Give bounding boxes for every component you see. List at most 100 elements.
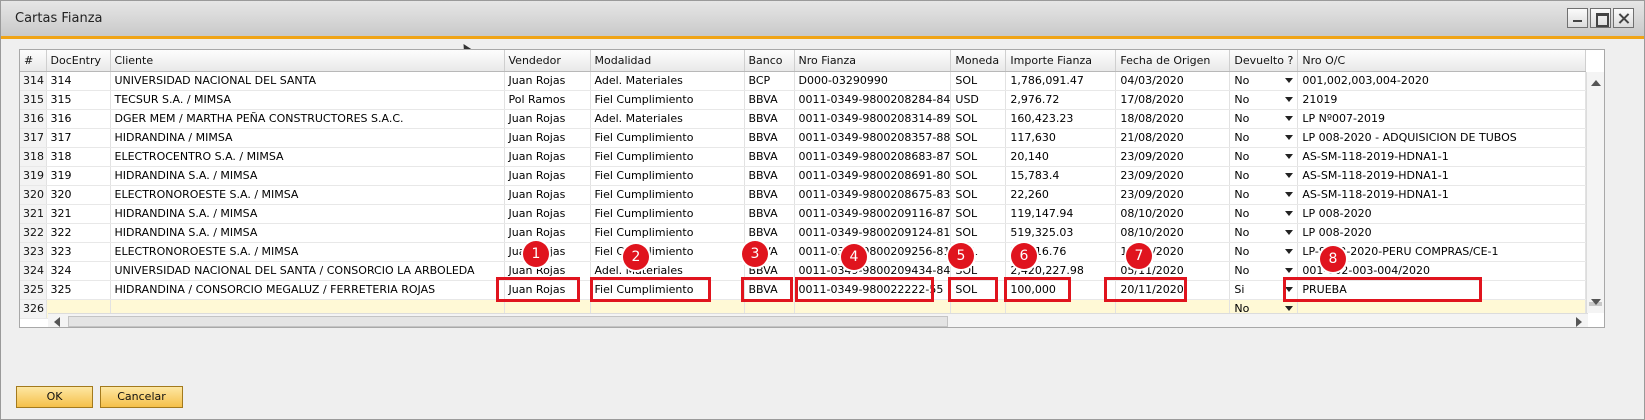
cell-devuelto[interactable]: No — [1229, 185, 1299, 205]
dropdown-arrow-icon[interactable] — [1285, 191, 1294, 197]
maximize-icon[interactable] — [1590, 8, 1611, 28]
cell-importe-fianza[interactable]: 119,147.94 — [1005, 204, 1117, 224]
cell-docentry[interactable]: 317 — [46, 128, 111, 148]
cell-nro-fianza[interactable]: 0011-0349-9800208284-84 — [794, 90, 952, 110]
cell-vendedor[interactable]: Juan Rojas — [504, 128, 591, 148]
cell-devuelto[interactable]: No — [1229, 90, 1299, 110]
dropdown-arrow-icon[interactable] — [1285, 153, 1294, 159]
cell-fecha-origen[interactable]: 04/03/2020 — [1115, 71, 1231, 91]
cell-moneda[interactable]: SOL — [950, 185, 1007, 205]
cell-moneda[interactable]: SOL — [950, 109, 1007, 129]
cell-modalidad[interactable]: Fiel Cumplimiento — [590, 147, 745, 167]
cell-importe-fianza[interactable]: 2,976.72 — [1005, 90, 1117, 110]
column-header-fecha-origen[interactable]: Fecha de Origen — [1115, 50, 1231, 72]
cell-docentry[interactable]: 323 — [46, 242, 111, 262]
cell-fecha-origen[interactable]: 23/09/2020 — [1115, 166, 1231, 186]
cell-modalidad[interactable]: Fiel Cumplimiento — [590, 242, 745, 262]
cell-nro-oc[interactable]: AS-SM-118-2019-HDNA1-1 — [1297, 166, 1587, 186]
cell-cliente[interactable]: ELECTROCENTRO S.A. / MIMSA — [110, 147, 505, 167]
cell-cliente[interactable]: DGER MEM / MARTHA PEÑA CONSTRUCTORES S.A… — [110, 109, 505, 129]
scroll-up-icon[interactable] — [1591, 80, 1601, 86]
cell-vendedor[interactable]: Juan Rojas — [504, 223, 591, 243]
column-header-nro-oc[interactable]: Nro O/C — [1297, 50, 1587, 72]
cell-vendedor[interactable]: Pol Ramos — [504, 90, 591, 110]
cell-nro-oc[interactable]: 001,002,003,004-2020 — [1297, 71, 1587, 91]
cell-devuelto[interactable]: No — [1229, 166, 1299, 186]
dropdown-arrow-icon[interactable] — [1285, 115, 1294, 121]
cell-fecha-origen[interactable]: 17/08/2020 — [1115, 90, 1231, 110]
cell-nro-fianza[interactable]: 0011-0349-9800208357-88 — [794, 128, 952, 148]
minimize-icon[interactable] — [1567, 8, 1588, 28]
cell-modalidad[interactable]: Fiel Cumplimiento — [590, 185, 745, 205]
cell-docentry[interactable]: 319 — [46, 166, 111, 186]
table-row[interactable]: 318 318 ELECTROCENTRO S.A. / MIMSA Juan Roj… — [20, 147, 1587, 167]
cell-vendedor[interactable]: Juan Rojas — [504, 109, 591, 129]
dropdown-arrow-icon[interactable] — [1285, 229, 1294, 235]
column-header-devuelto[interactable]: Devuelto ? — [1229, 50, 1299, 72]
cell-vendedor[interactable]: Juan Rojas — [504, 71, 591, 91]
cell-cliente[interactable]: UNIVERSIDAD NACIONAL DEL SANTA — [110, 71, 505, 91]
cell-moneda[interactable]: SOL — [950, 204, 1007, 224]
title-bar[interactable]: Cartas Fianza — [1, 1, 1644, 36]
table-row[interactable]: 322 322 HIDRANDINA S.A. / MIMSA Juan Rojas F… — [20, 223, 1587, 243]
cell-devuelto[interactable]: No — [1229, 109, 1299, 129]
cell-docentry[interactable]: 325 — [46, 280, 111, 300]
cell-modalidad[interactable]: Fiel Cumplimiento — [590, 90, 745, 110]
cell-banco[interactable]: BCP — [744, 71, 795, 91]
cell-vendedor[interactable]: Juan Rojas — [504, 185, 591, 205]
cell-moneda[interactable]: SOL — [950, 128, 1007, 148]
cell-nro-fianza[interactable]: 0011-0349-9800209124-81 — [794, 223, 952, 243]
cell-nro-oc[interactable]: LP 008-2020 — [1297, 223, 1587, 243]
cell-docentry[interactable]: 320 — [46, 185, 111, 205]
cell-modalidad[interactable]: Fiel Cumplimiento — [590, 204, 745, 224]
dropdown-arrow-icon[interactable] — [1285, 134, 1294, 140]
cell-moneda[interactable]: SOL — [950, 223, 1007, 243]
cell-devuelto[interactable]: No — [1229, 128, 1299, 148]
cell-moneda[interactable]: SOL — [950, 71, 1007, 91]
cell-devuelto[interactable]: No — [1229, 204, 1299, 224]
cell-nro-fianza[interactable]: 0011-0349-9800208675-83 — [794, 185, 952, 205]
table-row[interactable]: 316 316 DGER MEM / MARTHA PEÑA CONSTRUCTOR… — [20, 109, 1587, 129]
horizontal-scrollbar[interactable] — [48, 313, 1588, 327]
cell-banco[interactable]: BBVA — [744, 166, 795, 186]
cell-importe-fianza[interactable]: 117,630 — [1005, 128, 1117, 148]
cell-importe-fianza[interactable]: 519,325.03 — [1005, 223, 1117, 243]
cell-docentry[interactable]: 315 — [46, 90, 111, 110]
dropdown-arrow-icon[interactable] — [1285, 210, 1294, 216]
cell-importe-fianza[interactable]: 1,786,091.47 — [1005, 71, 1117, 91]
table-row[interactable]: 321 321 HIDRANDINA S.A. / MIMSA Juan Rojas F… — [20, 204, 1587, 224]
cell-cliente[interactable]: HIDRANDINA / CONSORCIO MEGALUZ / FERRETE… — [110, 280, 505, 300]
cell-banco[interactable]: BBVA — [744, 204, 795, 224]
table-row[interactable]: 314 314 UNIVERSIDAD NACIONAL DEL SANTA Juan… — [20, 71, 1587, 91]
close-icon[interactable] — [1613, 8, 1634, 28]
cell-modalidad[interactable]: Fiel Cumplimiento — [590, 223, 745, 243]
cell-cliente[interactable]: HIDRANDINA S.A. / MIMSA — [110, 223, 505, 243]
cell-nro-fianza[interactable]: 0011-0349-9800209116-87 — [794, 204, 952, 224]
cell-devuelto[interactable]: No — [1229, 223, 1299, 243]
cell-importe-fianza[interactable]: 15,783.4 — [1005, 166, 1117, 186]
table-row[interactable]: 320 320 ELECTRONOROESTE S.A. / MIMSA Juan R… — [20, 185, 1587, 205]
cell-nro-oc[interactable]: AS-SM-118-2019-HDNA1-1 — [1297, 185, 1587, 205]
dropdown-arrow-icon[interactable] — [1285, 172, 1294, 178]
cell-vendedor[interactable]: Juan Rojas — [504, 147, 591, 167]
cell-cliente[interactable]: TECSUR S.A. / MIMSA — [110, 90, 505, 110]
cell-nro-oc[interactable]: 21019 — [1297, 90, 1587, 110]
cell-vendedor[interactable]: Juan Rojas — [504, 166, 591, 186]
column-header-importe-fianza[interactable]: Importe Fianza — [1005, 50, 1117, 72]
cell-devuelto[interactable]: No — [1229, 147, 1299, 167]
cell-modalidad[interactable]: Fiel Cumplimiento — [590, 128, 745, 148]
cell-cliente[interactable]: HIDRANDINA S.A. / MIMSA — [110, 204, 505, 224]
table-row[interactable]: 323 323 ELECTRONOROESTE S.A. / MIMSA Juan R… — [20, 242, 1587, 262]
cancel-button[interactable]: Cancelar — [100, 386, 183, 408]
horizontal-scroll-thumb[interactable] — [68, 316, 948, 327]
cell-nro-oc[interactable]: LP 008-2020 - ADQUISICION DE TUBOS — [1297, 128, 1587, 148]
cell-fecha-origen[interactable]: 23/09/2020 — [1115, 185, 1231, 205]
cell-nro-fianza[interactable]: D000-03290990 — [794, 71, 952, 91]
cell-nro-fianza[interactable]: 0011-0349-9800209256-81 — [794, 242, 952, 262]
column-header-cliente[interactable]: Cliente — [110, 50, 505, 72]
ok-button[interactable]: OK — [16, 386, 93, 408]
cell-fecha-origen[interactable]: 08/10/2020 — [1115, 223, 1231, 243]
cell-importe-fianza[interactable]: 22,260 — [1005, 185, 1117, 205]
cell-devuelto[interactable]: No — [1229, 242, 1299, 262]
dropdown-arrow-icon[interactable] — [1285, 267, 1294, 273]
